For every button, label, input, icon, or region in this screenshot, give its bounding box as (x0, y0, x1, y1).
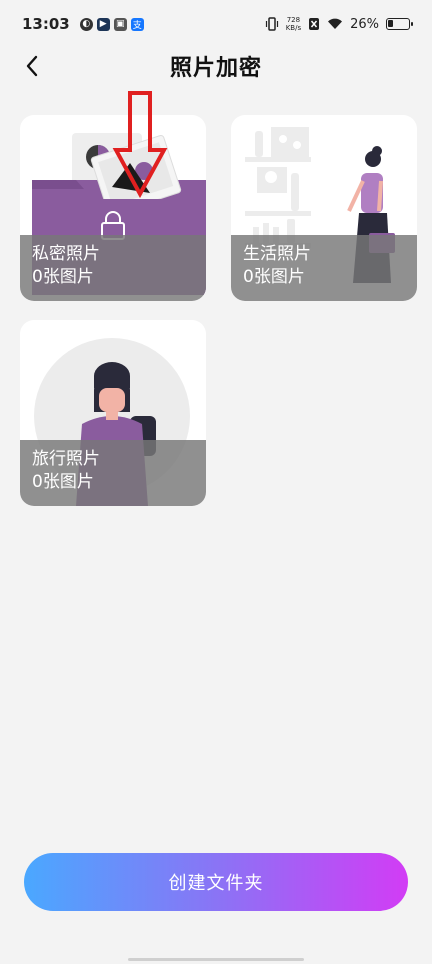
album-card-travel[interactable]: 旅行照片 0张图片 (20, 320, 206, 506)
vibrate-icon (265, 17, 278, 31)
album-name: 私密照片 (32, 244, 100, 264)
app-notification-icon: ▣ (113, 17, 127, 31)
notification-icons: ◐ ▶ ▣ 支 (79, 17, 144, 31)
album-name: 旅行照片 (32, 449, 100, 469)
album-count: 0张图片 (32, 267, 94, 287)
no-sim-icon (309, 18, 320, 30)
net-speed-value: 728 (286, 16, 301, 24)
alipay-icon: 支 (130, 17, 144, 31)
album-count: 0张图片 (32, 472, 94, 492)
album-caption: 私密照片 0张图片 (20, 235, 206, 301)
app-notification-icon: ▶ (96, 17, 110, 31)
home-indicator[interactable] (128, 958, 304, 961)
create-folder-button[interactable]: 创建文件夹 (24, 853, 408, 911)
app-notification-icon: ◐ (79, 17, 93, 31)
back-button[interactable] (16, 50, 48, 82)
battery-icon (386, 18, 413, 30)
network-speed: 728 KB/s (286, 16, 301, 32)
album-caption: 旅行照片 0张图片 (20, 440, 206, 506)
red-down-arrow-icon (112, 91, 168, 199)
page-title: 照片加密 (169, 56, 262, 81)
net-speed-unit: KB/s (285, 24, 302, 32)
album-card-life[interactable]: 生活照片 0张图片 (231, 115, 417, 301)
status-bar: 13:03 ◐ ▶ ▣ 支 728 KB/s 26% (0, 0, 432, 48)
album-name: 生活照片 (243, 244, 311, 264)
chevron-left-icon (26, 55, 38, 77)
album-count: 0张图片 (243, 267, 305, 287)
status-time: 13:03 (22, 15, 70, 33)
header: 照片加密 (0, 44, 432, 88)
battery-text: 26% (350, 16, 379, 32)
wifi-icon (328, 18, 343, 29)
album-caption: 生活照片 0张图片 (231, 235, 417, 301)
status-right: 728 KB/s 26% (265, 16, 413, 32)
